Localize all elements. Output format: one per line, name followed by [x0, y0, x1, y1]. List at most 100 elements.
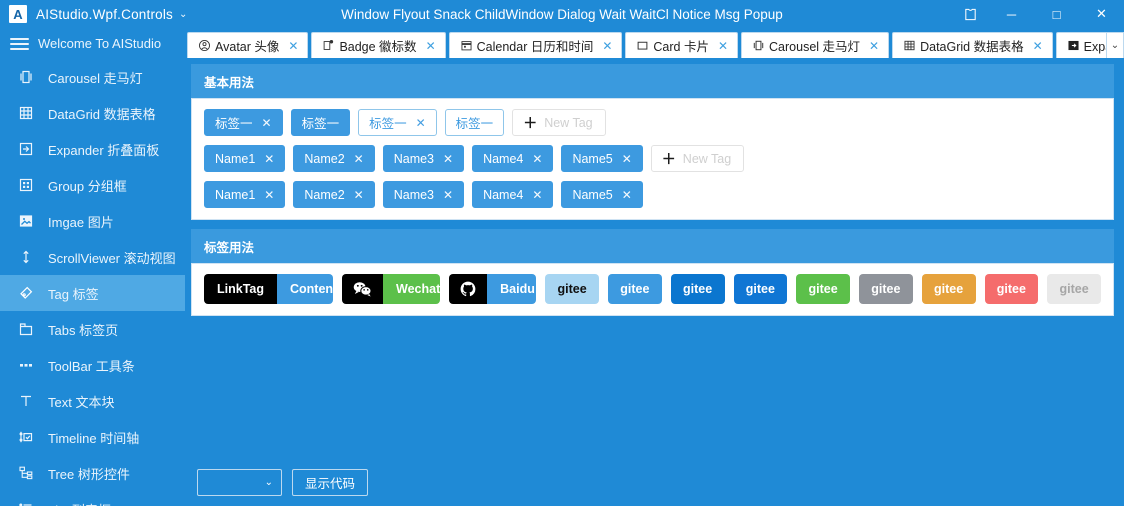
close-icon[interactable]: ✕: [532, 153, 542, 165]
pill-tag[interactable]: gitee: [1047, 274, 1101, 304]
chevron-down-icon[interactable]: ⌄: [1106, 32, 1124, 58]
tag-item[interactable]: Name1 ✕: [204, 145, 286, 172]
pill-tag[interactable]: gitee: [608, 274, 662, 304]
tag-item[interactable]: Name5 ✕: [561, 181, 643, 208]
timeline-icon: [17, 428, 35, 446]
tag-item[interactable]: 标签一 ✕: [204, 109, 283, 136]
close-icon[interactable]: ✕: [354, 189, 364, 201]
tab-datagrid[interactable]: DataGrid 数据表格 ✕: [892, 32, 1053, 58]
pill-tag[interactable]: gitee: [796, 274, 850, 304]
pill-tag[interactable]: gitee: [733, 274, 788, 304]
tag-item[interactable]: Name2 ✕: [293, 145, 375, 172]
sidebar-item-toolbar[interactable]: ToolBar 工具条: [0, 347, 185, 383]
tab-label: Avatar 头像: [215, 40, 280, 54]
close-icon[interactable]: ✕: [532, 189, 542, 201]
show-code-button[interactable]: 显示代码: [292, 469, 369, 496]
tag-item[interactable]: Name3 ✕: [382, 181, 465, 208]
sidebar-item-group[interactable]: Group 分组框: [0, 167, 185, 203]
close-icon[interactable]: ✕: [416, 117, 426, 129]
sidebar-item-text[interactable]: Text 文本块: [0, 383, 185, 419]
panel-label-usage: 标签用法 LinkTag Content Wechat Baidu gitee …: [191, 229, 1114, 316]
sidebar-item-expander[interactable]: Expander 折叠面板: [0, 131, 185, 167]
close-button[interactable]: ✕: [1079, 0, 1124, 28]
close-icon[interactable]: ✕: [1033, 39, 1043, 53]
close-icon[interactable]: ✕: [869, 39, 879, 53]
pill-tag[interactable]: gitee: [859, 274, 913, 304]
sidebar-item-image[interactable]: Imgae 图片: [0, 203, 185, 239]
group-icon: [17, 176, 35, 194]
close-icon[interactable]: ✕: [602, 39, 612, 53]
github-icon: [449, 274, 488, 304]
new-tag-label: New Tag: [682, 151, 732, 166]
new-tag-button[interactable]: ＋ New Tag: [512, 109, 606, 136]
tag-label: Name1: [215, 187, 256, 202]
tag-item[interactable]: Name4 ✕: [472, 181, 554, 208]
toolbar-icon: [17, 356, 35, 374]
pill-tag[interactable]: gitee: [921, 274, 976, 304]
tag-row-2: Name1 ✕ Name2 ✕ Name3 ✕ Name4 ✕ Name5 ✕ …: [204, 145, 1101, 172]
tab-badge[interactable]: Badge 徽标数 ✕: [311, 32, 446, 58]
sidebar-header[interactable]: Welcome To AIStudio: [0, 28, 185, 59]
main-area: Avatar 头像 ✕ Badge 徽标数 ✕ Calendar 日历和时间 ✕…: [185, 28, 1124, 506]
link-tag-baidu[interactable]: Baidu: [449, 274, 537, 304]
close-icon[interactable]: ✕: [718, 39, 728, 53]
sidebar-item-scrollviewer[interactable]: ScrollViewer 滚动视图: [0, 239, 185, 275]
tag-item[interactable]: Name2 ✕: [293, 181, 375, 208]
close-icon[interactable]: ✕: [622, 153, 632, 165]
sidebar-item-label: Carousel 走马灯: [48, 70, 143, 86]
pill-tag[interactable]: gitee: [670, 274, 725, 304]
close-icon[interactable]: ✕: [443, 153, 453, 165]
close-icon[interactable]: ✕: [264, 153, 274, 165]
tab-label: DataGrid 数据表格: [920, 40, 1024, 54]
tag-item[interactable]: Name5 ✕: [561, 145, 643, 172]
close-icon[interactable]: ✕: [262, 117, 272, 129]
tag-item[interactable]: 标签一: [290, 109, 351, 136]
window-body: Welcome To AIStudio Carousel 走马灯 DataGri…: [0, 28, 1124, 506]
tag-item[interactable]: Name4 ✕: [472, 145, 554, 172]
tag-item[interactable]: Name3 ✕: [382, 145, 465, 172]
close-icon[interactable]: ✕: [443, 189, 453, 201]
tag-label: Name3: [393, 151, 435, 166]
sidebar-item-tabs[interactable]: Tabs 标签页: [0, 311, 185, 347]
sidebar-item-datagrid[interactable]: DataGrid 数据表格: [0, 95, 185, 131]
tree-icon: [17, 464, 35, 482]
tag-item[interactable]: 标签一: [444, 109, 505, 136]
tab-card[interactable]: Card 卡片 ✕: [625, 32, 739, 58]
sidebar-item-label: Imgae 图片: [48, 214, 114, 230]
tag-item[interactable]: 标签一 ✕: [358, 109, 437, 136]
link-tag-content[interactable]: LinkTag Content: [204, 274, 333, 304]
close-icon[interactable]: ✕: [264, 189, 274, 201]
shirt-icon[interactable]: [951, 0, 989, 28]
sidebar-item-list[interactable]: List 列表框: [0, 491, 185, 506]
close-icon[interactable]: ✕: [426, 39, 436, 53]
pill-tag[interactable]: gitee: [545, 274, 599, 304]
panel-title: 标签用法: [191, 229, 1114, 263]
tab-calendar[interactable]: Calendar 日历和时间 ✕: [448, 32, 623, 58]
scroll-icon: [17, 248, 35, 266]
tab-carousel[interactable]: Carousel 走马灯 ✕: [741, 32, 890, 58]
link-tag-wechat[interactable]: Wechat: [342, 274, 441, 304]
minimize-button[interactable]: ─: [989, 0, 1034, 28]
maximize-button[interactable]: □: [1034, 0, 1079, 28]
close-icon[interactable]: ✕: [354, 153, 364, 165]
close-icon[interactable]: ✕: [288, 39, 298, 53]
hamburger-menu-icon[interactable]: [10, 37, 29, 50]
tab-label: Badge 徽标数: [339, 40, 417, 54]
pill-tag[interactable]: gitee: [984, 274, 1039, 304]
new-tag-button[interactable]: ＋ New Tag: [650, 145, 745, 172]
plus-icon: ＋: [661, 150, 676, 167]
expander-icon: [17, 140, 35, 158]
tag-label: 标签一: [455, 117, 494, 131]
close-icon[interactable]: ✕: [622, 189, 632, 201]
code-language-select[interactable]: ⌄: [197, 469, 282, 496]
tab-avatar[interactable]: Avatar 头像 ✕: [187, 32, 309, 58]
sidebar-item-carousel[interactable]: Carousel 走马灯: [0, 59, 185, 95]
chevron-down-icon[interactable]: ⌄: [179, 9, 187, 20]
tag-label: Name2: [304, 151, 345, 166]
sidebar-item-tag[interactable]: Tag 标签: [0, 275, 185, 311]
tag-item[interactable]: Name1 ✕: [204, 181, 286, 208]
panel-basic-usage: 基本用法 标签一 ✕ 标签一 标签一 ✕ 标签一 ＋ New Tag Name1…: [191, 64, 1114, 220]
text-icon: [17, 392, 35, 410]
sidebar-item-tree[interactable]: Tree 树形控件: [0, 455, 185, 491]
sidebar-item-timeline[interactable]: Timeline 时间轴: [0, 419, 185, 455]
